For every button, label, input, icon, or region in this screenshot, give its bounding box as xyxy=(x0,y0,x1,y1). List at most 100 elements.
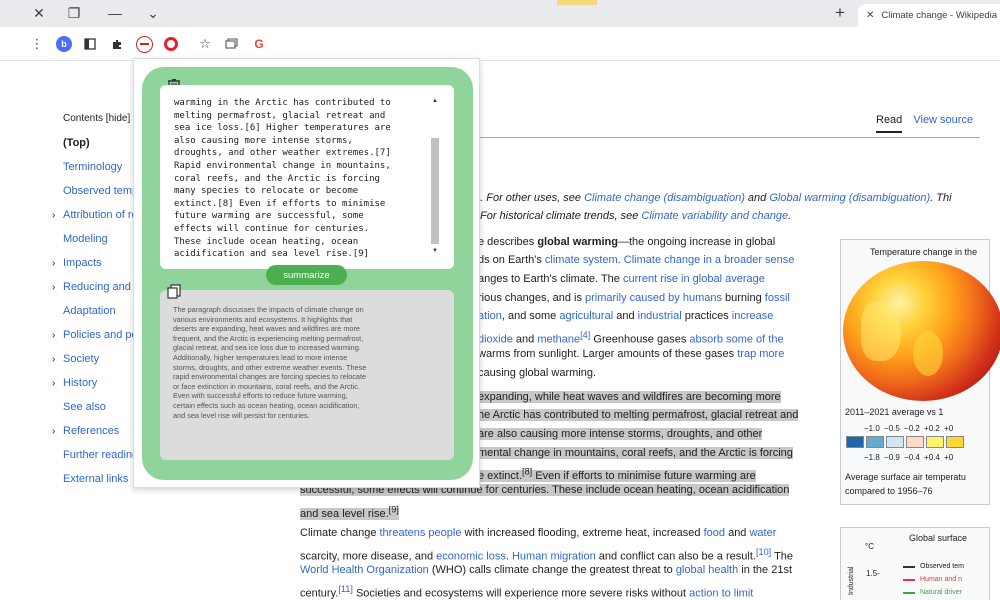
chevron-right-icon[interactable]: › xyxy=(52,330,63,341)
copy-icon[interactable] xyxy=(166,283,182,299)
toc-item-further-reading[interactable]: Further reading xyxy=(63,449,138,461)
infobox-range: 2011–2021 average vs 1 xyxy=(845,407,944,417)
legend-swatch xyxy=(903,565,915,568)
summarizer-extension-icon[interactable] xyxy=(135,35,153,53)
toc-item-adaptation[interactable]: Adaptation xyxy=(63,305,116,317)
tab-search-icon[interactable] xyxy=(222,35,240,53)
chevron-right-icon[interactable]: › xyxy=(52,354,63,365)
close-window-icon[interactable]: ✕ xyxy=(29,3,49,23)
scale-swatch xyxy=(946,436,964,448)
para1-line: warms from sunlight. Larger amounts of t… xyxy=(478,348,785,360)
link[interactable]: global health xyxy=(676,564,738,576)
scroll-thumb[interactable] xyxy=(431,138,439,244)
scale-swatch xyxy=(886,436,904,448)
para3-line: Climate change threatens people with inc… xyxy=(300,527,777,539)
scale-swatch xyxy=(846,436,864,448)
scroll-up-icon[interactable]: ▲ xyxy=(432,98,438,104)
link[interactable]: industrial xyxy=(638,310,682,322)
new-tab-button[interactable]: + xyxy=(830,3,850,23)
scale-labels-top: −1.0 −0.5 −0.2 +0.2 +0 xyxy=(864,424,954,433)
chart-unit: °C xyxy=(865,542,874,551)
active-tab[interactable]: ✕ Climate change - Wikipedia xyxy=(858,4,1000,27)
selected-line: mental change in mountains, coral reefs,… xyxy=(478,447,793,459)
chart-title: Global surface xyxy=(909,533,968,543)
link[interactable]: Climate change in a broader sense xyxy=(624,254,795,266)
toc-item-modeling[interactable]: Modeling xyxy=(63,233,108,245)
tab-view-source[interactable]: View source xyxy=(913,114,973,126)
link[interactable]: absorb some of the xyxy=(689,334,783,346)
para1-line: causing global warming. xyxy=(478,367,597,379)
toc-title[interactable]: Contents [hide] xyxy=(63,113,130,124)
toc-item-references[interactable]: › References xyxy=(52,425,119,437)
scale-swatch xyxy=(926,436,944,448)
link[interactable]: action to limit xyxy=(689,588,753,600)
chevron-right-icon[interactable]: › xyxy=(52,426,63,437)
link[interactable]: current rise in global average xyxy=(623,273,765,285)
bookmark-star-icon[interactable]: ☆ xyxy=(196,35,214,53)
browser-toolbar: ⋮ b ☆ G xyxy=(0,27,1000,61)
toc-item-impacts[interactable]: › Impacts xyxy=(52,257,102,269)
link[interactable]: trap more xyxy=(737,348,784,360)
color-scale xyxy=(846,436,966,448)
citation-link[interactable]: [11] xyxy=(338,584,353,594)
link[interactable]: primarily caused by humans xyxy=(585,292,722,304)
textarea-scrollbar[interactable]: ▲ ▼ xyxy=(430,98,440,258)
menu-kebab-icon[interactable]: ⋮ xyxy=(28,35,46,53)
restore-window-icon[interactable]: ❐ xyxy=(64,3,84,23)
citation-link[interactable]: [4] xyxy=(580,330,590,340)
chevron-right-icon[interactable]: › xyxy=(52,282,63,293)
input-text[interactable]: warming in the Arctic has contributed to… xyxy=(174,97,430,261)
link[interactable]: water xyxy=(749,527,776,539)
para3-line: century.[11] Societies and ecosystems wi… xyxy=(300,584,754,600)
para1-line: e describes global warming—the ongoing i… xyxy=(478,236,776,248)
link[interactable]: World Health Organization xyxy=(300,564,429,576)
chart-tick: 1.5- xyxy=(866,569,880,578)
minimize-window-icon[interactable]: — xyxy=(105,3,125,23)
hatnote-link[interactable]: Climate variability and change xyxy=(641,210,788,222)
legend-item: Human and n xyxy=(903,576,962,583)
puzzle-icon[interactable] xyxy=(108,35,126,53)
hatnote-disambiguation: n. For other uses, see Climate change (d… xyxy=(474,192,952,204)
toc-item-top[interactable]: (Top) xyxy=(63,137,90,149)
link[interactable]: threatens people xyxy=(380,527,462,539)
tab-strip: ✕ ❐ — ⌄ + ✕ Climate change - Wikipedia xyxy=(0,0,1000,27)
link[interactable]: dioxide xyxy=(478,334,513,346)
selected-line: and sea level rise.[9] xyxy=(300,504,399,520)
tab-close-icon[interactable]: ✕ xyxy=(866,10,874,21)
opera-icon[interactable] xyxy=(162,35,180,53)
legend-item: Observed tem xyxy=(903,563,964,570)
toc-item-society[interactable]: › Society xyxy=(52,353,99,365)
toc-item-external-links[interactable]: External links xyxy=(63,473,128,485)
citation-link[interactable]: [10] xyxy=(756,547,771,557)
reader-icon[interactable] xyxy=(81,35,99,53)
link[interactable]: ation xyxy=(478,310,502,322)
tab-list-chevron-icon[interactable]: ⌄ xyxy=(143,3,163,23)
link[interactable]: increase xyxy=(732,310,774,322)
summarize-button[interactable]: summarize xyxy=(266,265,347,285)
toc-item-terminology[interactable]: Terminology xyxy=(63,161,122,173)
para1-line: anges to Earth's climate. The current ri… xyxy=(478,273,765,285)
link[interactable]: methane xyxy=(537,334,580,346)
google-icon[interactable]: G xyxy=(250,35,268,53)
link[interactable]: agricultural xyxy=(559,310,613,322)
scale-labels-bottom: −1.8 −0.9 −0.4 +0.4 +0 xyxy=(864,453,954,462)
profile-b-icon[interactable]: b xyxy=(55,35,73,53)
tab-read[interactable]: Read xyxy=(876,114,903,133)
link[interactable]: food xyxy=(704,527,725,539)
link[interactable]: climate system xyxy=(545,254,618,266)
toc-item-see-also[interactable]: See also xyxy=(63,401,106,413)
chevron-right-icon[interactable]: › xyxy=(52,378,63,389)
chevron-right-icon[interactable]: › xyxy=(52,210,63,221)
hatnote-link[interactable]: Climate change (disambiguation) xyxy=(584,192,745,204)
hatnote-historical: For historical climate trends, see Clima… xyxy=(480,210,792,222)
hatnote-link[interactable]: Global warming (disambiguation) xyxy=(769,192,930,204)
legend-item: Natural driver xyxy=(903,589,962,596)
chevron-right-icon[interactable]: › xyxy=(52,258,63,269)
toc-item-history[interactable]: › History xyxy=(52,377,97,389)
link[interactable]: fossil xyxy=(765,292,790,304)
temperature-map-image[interactable] xyxy=(843,261,1000,401)
selected-line: expanding, while heat waves and wildfire… xyxy=(478,391,781,403)
tab-title: Climate change - Wikipedia xyxy=(881,10,998,21)
scroll-down-icon[interactable]: ▼ xyxy=(432,248,438,254)
infobox-caption: compared to 1956–76 xyxy=(845,486,933,496)
